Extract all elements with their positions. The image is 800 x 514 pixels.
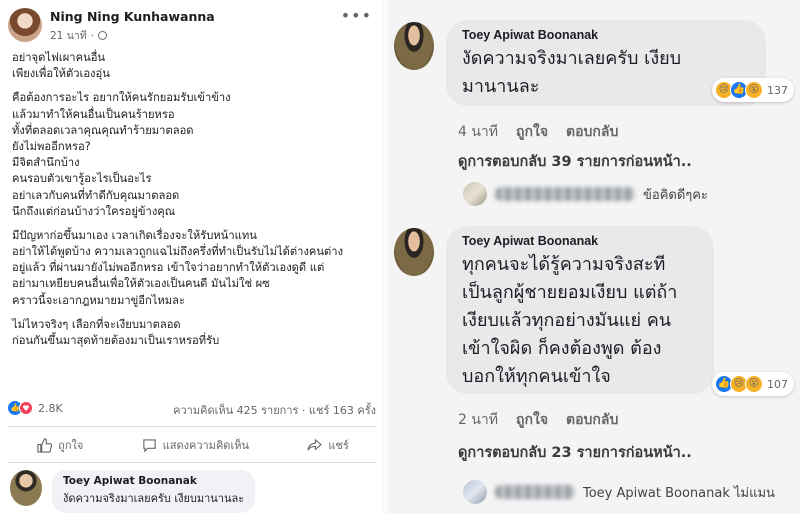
divider bbox=[8, 426, 376, 427]
ellipsis-icon[interactable]: ••• bbox=[341, 6, 372, 25]
comment-reply-link[interactable]: ตอบกลับ bbox=[566, 409, 618, 431]
commenter-name[interactable]: Toey Apiwat Boonanak bbox=[63, 475, 244, 487]
reaction-pill[interactable]: 👍 😢 😮 107 bbox=[712, 372, 794, 396]
post-text-line: อยู่แล้ว ที่ผ่านมายังไม่พออีกหรอ เข้าใจว… bbox=[12, 261, 325, 275]
post-text-line: แล้วมาทำให้คนอื่นเป็นคนร้ายหรอ bbox=[12, 107, 175, 121]
post-header: Ning Ning Kunhawanna 21 นาที · ••• bbox=[8, 6, 374, 46]
reaction-count: 2.8K bbox=[38, 401, 63, 415]
comment-text: งัดความจริงมาเลยครับ เงียบมานานละ bbox=[462, 45, 750, 101]
comment-text-line: เข้าใจผิด ก็คงต้องพูด ต้อง bbox=[462, 338, 662, 359]
post-meta: 21 นาที · bbox=[50, 27, 108, 44]
post-action-bar: ถูกใจ แสดงความคิดเห็น แชร์ bbox=[8, 432, 378, 458]
reaction-count: 137 bbox=[767, 83, 788, 97]
globe-icon bbox=[98, 31, 108, 40]
view-previous-replies-link[interactable]: ดูการตอบกลับ 39 รายการก่อนหน้า.. bbox=[458, 150, 692, 173]
share-icon bbox=[307, 438, 323, 451]
post-text-line: ไม่ไหวจริงๆ เลือกที่จะเงียบมาตลอด bbox=[12, 317, 181, 331]
post-time[interactable]: 21 นาที bbox=[50, 27, 87, 44]
post-text-line: ยังไม่พออีกหรอ? bbox=[12, 139, 91, 153]
thumbs-up-icon bbox=[37, 437, 53, 453]
post-text-line: คนรอบตัวเขารู้อะไรเป็นอะไร bbox=[12, 172, 152, 186]
comment-text: งัดความจริงมาเลยครับ เงียบมานานละ bbox=[63, 492, 245, 505]
comment-text-line: งัดความจริงมาเลยครับ เงียบ bbox=[462, 48, 682, 69]
post-text-line: ก่อนกันขึ้นมาสุดท้ายต้องมาเป็นเราหรอที่ร… bbox=[12, 334, 220, 347]
post-text-line: มีจิตสำนึกบ้าง bbox=[12, 156, 80, 170]
comment-share-counts[interactable]: ความคิดเห็น 425 รายการ · แชร์ 163 ครั้ง bbox=[173, 401, 376, 419]
blurred-avatar bbox=[463, 480, 487, 504]
post-text: อย่าจุดไฟเผาคนอื่นเพียงเพื่อให้ตัวเองอุ่… bbox=[12, 50, 377, 349]
post-text-line: ทั้งที่ตลอดเวลาคุณคุณทำร้ายมาตลอด bbox=[12, 123, 194, 137]
comment-text-line: บอกให้ทุกคนเข้าใจ bbox=[462, 366, 611, 387]
share-label: แชร์ bbox=[328, 439, 349, 452]
comment-bubble: Toey Apiwat Boonanak ทุกคนจะได้รู้ความจร… bbox=[446, 226, 714, 394]
comment-text-line: มานานละ bbox=[462, 76, 540, 97]
post-text-line: คือต้องการอะไร อยากให้คนรักยอมรับเข้าข้า… bbox=[12, 91, 231, 105]
comment-actions: 2 นาที ถูกใจ ตอบกลับ bbox=[458, 409, 618, 431]
shares-count[interactable]: แชร์ 163 ครั้ง bbox=[309, 404, 376, 417]
commenter-avatar[interactable] bbox=[10, 470, 42, 506]
post-text-line: อย่าให้ได้พูดบ้าง ความเลวถูกแฉไม่ถึงครึ่… bbox=[12, 245, 344, 259]
commenter-avatar[interactable] bbox=[394, 228, 434, 276]
post-text-line: คราวนี้จะเอากฎหมายมาขู่อีกไหมละ bbox=[12, 293, 186, 307]
reaction-count: 107 bbox=[767, 377, 788, 391]
comment-bubble: Toey Apiwat Boonanak งัดความจริงมาเลยครั… bbox=[52, 470, 256, 513]
view-previous-replies-link[interactable]: ดูการตอบกลับ 23 รายการก่อนหน้า.. bbox=[458, 441, 692, 464]
divider bbox=[8, 462, 376, 463]
comment-icon bbox=[142, 438, 156, 452]
post-stats: 👍 ♥ 2.8K ความคิดเห็น 425 รายการ · แชร์ 1… bbox=[8, 401, 378, 419]
comments-screenshot-panel: Toey Apiwat Boonanak งัดความจริงมาเลยครั… bbox=[388, 0, 800, 514]
comment-time[interactable]: 4 นาที bbox=[458, 121, 498, 143]
post-text-line: อย่าเลวกับคนที่ทำดีกับคุณมาตลอด bbox=[12, 188, 180, 202]
like-button[interactable]: ถูกใจ bbox=[37, 436, 83, 454]
reply-preview[interactable]: Toey Apiwat Boonanak ไม่แมน bbox=[463, 480, 775, 504]
comment-text-line: ทุกคนจะได้รู้ความจริงสะที bbox=[462, 254, 666, 275]
post-text-line: นึกถึงแต่ก่อนบ้างว่าใครอยู่ข้างคุณ bbox=[12, 204, 176, 218]
post-text-line: เพียงเพื่อให้ตัวเองอุ่น bbox=[12, 67, 110, 81]
post-author-name[interactable]: Ning Ning Kunhawanna bbox=[50, 9, 215, 24]
comment-text: ทุกคนจะได้รู้ความจริงสะทีเป็นลูกผู้ชายยอ… bbox=[462, 251, 698, 391]
commenter-name[interactable]: Toey Apiwat Boonanak bbox=[462, 234, 698, 248]
reply-preview-text: Toey Apiwat Boonanak ไม่แมน bbox=[583, 485, 775, 501]
comment-time[interactable]: 2 นาที bbox=[458, 409, 498, 431]
comment-text-line: เงียบแล้วทุกอย่างมันแย่ คน bbox=[462, 310, 672, 331]
comment-actions: 4 นาที ถูกใจ ตอบกลับ bbox=[458, 121, 618, 143]
comment-like-link[interactable]: ถูกใจ bbox=[516, 121, 548, 143]
wow-emoji-icon: 😮 bbox=[745, 81, 763, 99]
comment-text-line: เป็นลูกผู้ชายยอมเงียบ แต่ถ้า bbox=[462, 282, 678, 303]
reaction-pill[interactable]: 😢 👍 😮 137 bbox=[712, 78, 794, 102]
reply-preview-text: ข้อคิดดีๆคะ bbox=[643, 187, 708, 203]
comment-like-link[interactable]: ถูกใจ bbox=[516, 409, 548, 431]
facebook-post-panel: Ning Ning Kunhawanna 21 นาที · ••• อย่าจ… bbox=[0, 0, 382, 514]
like-label: ถูกใจ bbox=[58, 439, 84, 452]
share-button[interactable]: แชร์ bbox=[307, 436, 349, 454]
comment-button[interactable]: แสดงความคิดเห็น bbox=[142, 436, 249, 454]
love-reaction-icon: ♥ bbox=[19, 401, 33, 415]
commenter-name[interactable]: Toey Apiwat Boonanak bbox=[462, 28, 750, 42]
reply-preview[interactable]: ข้อคิดดีๆคะ bbox=[463, 182, 708, 206]
post-text-line: มีปัญหาก่อขึ้นมาเอง เวลาเกิดเรื่องจะให้ร… bbox=[12, 228, 257, 242]
comment-label: แสดงความคิดเห็น bbox=[162, 439, 249, 452]
comments-count[interactable]: ความคิดเห็น 425 รายการ bbox=[173, 404, 298, 417]
blurred-avatar bbox=[463, 182, 487, 206]
commenter-avatar[interactable] bbox=[394, 22, 434, 70]
post-text-line: อย่าจุดไฟเผาคนอื่น bbox=[12, 51, 106, 64]
comment-reply-link[interactable]: ตอบกลับ bbox=[566, 121, 618, 143]
post-text-line: อย่ามาเหยียบคนอื่นเพื่อให้ตัวเองเป็นคนดี… bbox=[12, 277, 270, 291]
blurred-name bbox=[495, 485, 575, 499]
blurred-name bbox=[495, 187, 635, 201]
reaction-summary[interactable]: 👍 ♥ 2.8K bbox=[8, 401, 63, 415]
author-avatar[interactable] bbox=[8, 8, 42, 42]
wow-emoji-icon: 😮 bbox=[745, 375, 763, 393]
